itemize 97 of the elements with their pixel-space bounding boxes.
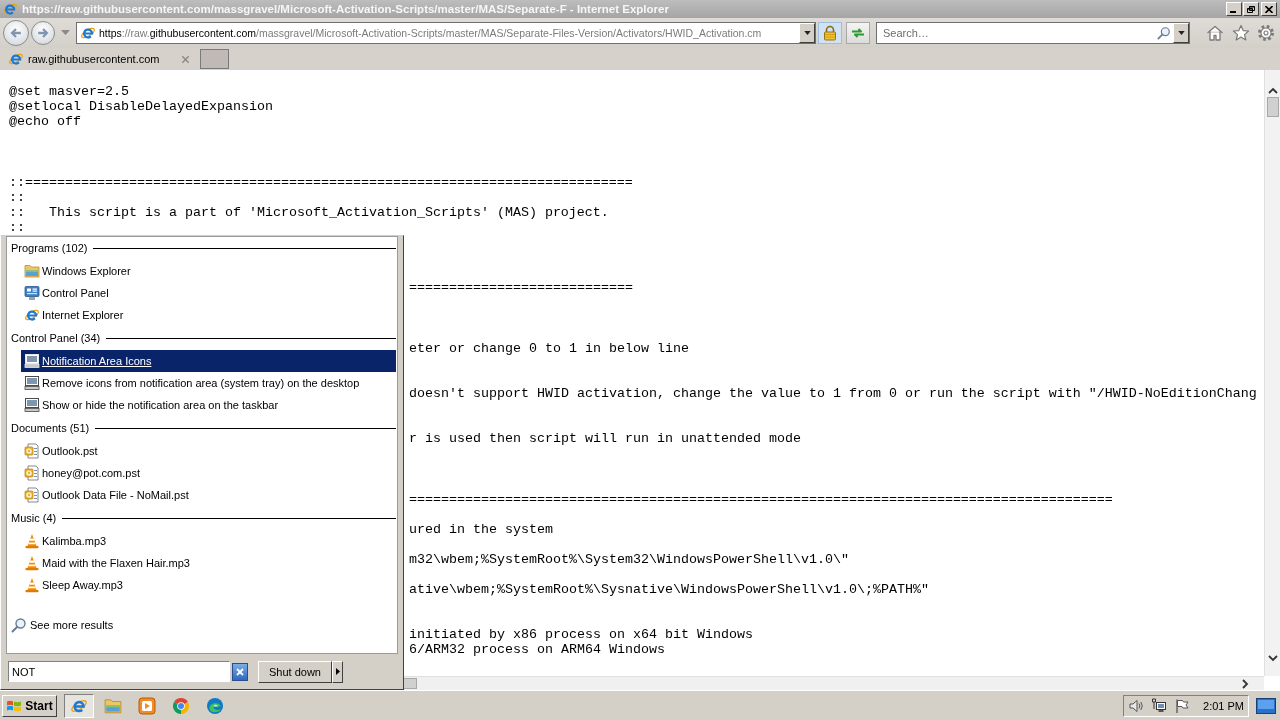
code-line: ::============================================================================ (9, 174, 633, 190)
result-item[interactable]: Control Panel (21, 282, 112, 304)
computer-icon (24, 375, 40, 391)
play-icon[interactable] (138, 696, 156, 715)
shut-down-button[interactable]: Shut down (258, 660, 332, 683)
right-chevron-icon[interactable] (1242, 678, 1249, 689)
settings-icon[interactable] (1257, 24, 1275, 42)
traffic-cone-icon (24, 555, 40, 571)
result-item[interactable]: Notification Area Icons (21, 350, 396, 372)
group-heading: Documents (51) (11, 422, 90, 434)
flag-icon[interactable] (1174, 697, 1190, 714)
taskbar-button[interactable] (64, 693, 94, 718)
code-line: m32\wbem;%SystemRoot%\System32\WindowsPowerShell\v1.0\" (409, 551, 849, 567)
caret-icon (1177, 31, 1185, 35)
down-chevron-icon[interactable] (1267, 655, 1278, 662)
back-button[interactable] (3, 20, 29, 46)
ring-logo-icon[interactable] (172, 696, 190, 715)
code-line: :: This script is a part of 'Microsoft_Activation_Scripts' (MAS) project. (9, 204, 609, 220)
result-item[interactable]: Windows Explorer (21, 260, 134, 282)
clear-button[interactable] (232, 662, 248, 681)
dropdown-button[interactable] (799, 23, 815, 43)
restore-button[interactable] (1243, 2, 1259, 16)
caret-icon (335, 668, 340, 675)
code-line: ============================ (409, 280, 633, 296)
code-line: 6/ARM32 process on ARM64 Windows (409, 642, 665, 658)
wave-logo-icon[interactable] (206, 696, 224, 715)
document-icon (24, 465, 40, 481)
code-line: initiated by x86 process on x64 bit Windows (409, 627, 753, 643)
result-item[interactable]: Show or hide the notification area on the taskbar (21, 394, 282, 416)
window-title: https://raw.githubusercontent.com/massgravel/Microsoft-Activation-Scripts/master/MAS/Separate-F - Internet Explorer (22, 3, 669, 15)
result-item[interactable]: honey@pot.com.pst (21, 462, 143, 484)
close-icon[interactable] (181, 54, 190, 64)
group-heading: Control Panel (34) (11, 332, 101, 344)
document-icon (24, 487, 40, 503)
code-line: ured in the system (409, 521, 553, 537)
home-icon[interactable] (1206, 24, 1224, 42)
search-field[interactable]: NOT (8, 661, 230, 682)
close-button[interactable] (1261, 2, 1277, 16)
e-logo-icon (2, 1, 18, 17)
code-line: eter or change 0 to 1 in below line (409, 340, 689, 356)
star-icon[interactable] (1232, 24, 1250, 42)
traffic-cone-icon (24, 533, 40, 549)
search-icon[interactable] (1157, 26, 1171, 40)
code-line: :: (9, 189, 25, 205)
dropdown-button[interactable] (1173, 23, 1189, 43)
computer-icon (24, 397, 40, 413)
start-button[interactable]: Start (2, 694, 57, 717)
result-item[interactable]: Outlook.pst (21, 440, 101, 462)
code-line: ative\wbem;%SystemRoot%\Sysnative\WindowsPowerShell\v1.0\;%PATH%" (409, 582, 929, 598)
security-button[interactable] (818, 22, 842, 44)
refresh-button[interactable] (846, 22, 870, 44)
code-line: :: (9, 219, 25, 235)
computer-icon (24, 353, 40, 369)
control-panel-icon (24, 285, 40, 301)
left-arrow-icon (9, 26, 23, 40)
shut-down-options-button[interactable] (332, 660, 343, 683)
e-logo-icon (80, 25, 96, 41)
see-more-link[interactable]: See more results (11, 614, 114, 636)
right-arrow-icon (36, 26, 50, 40)
result-item[interactable]: Remove icons from notification area (system tray) on the desktop (21, 372, 363, 394)
vertical-scrollbar[interactable] (1264, 70, 1280, 676)
folder-icon (24, 263, 40, 279)
restore-icon (1247, 5, 1255, 13)
code-line: @set masver=2.5 (9, 84, 129, 99)
close-icon (1265, 5, 1273, 13)
scroll-thumb[interactable] (1266, 97, 1279, 117)
code-line: ======================================================================================== (409, 491, 1113, 507)
caret-icon (803, 31, 811, 35)
minimize-button[interactable] (1226, 2, 1242, 16)
e-logo-icon (24, 307, 40, 323)
result-item[interactable]: Outlook Data File - NoMail.pst (21, 484, 192, 506)
result-item[interactable]: Sleep Away.mp3 (21, 574, 126, 596)
code-line: @setlocal DisableDelayedExpansion (9, 99, 273, 115)
result-item[interactable]: Internet Explorer (21, 304, 127, 326)
new-tab-button[interactable] (200, 49, 229, 69)
search-field[interactable]: Search… (876, 22, 1190, 44)
up-chevron-icon[interactable] (1267, 87, 1278, 94)
network-icon[interactable] (1151, 697, 1167, 714)
result-item[interactable]: Maid with the Flaxen Hair.mp3 (21, 552, 193, 574)
padlock-icon (822, 25, 838, 41)
search-icon (11, 617, 27, 633)
traffic-cone-icon (24, 577, 40, 593)
address-field[interactable]: https://raw.githubusercontent.com/massgravel/Microsoft-Activation-Scripts/master/MAS/Separate-Files-Version/Activators/HWID_Activation.cm (76, 22, 816, 44)
e-logo-icon (8, 51, 24, 67)
result-item[interactable]: Kalimba.mp3 (21, 530, 110, 552)
show-desktop-icon[interactable] (1256, 697, 1276, 714)
caret-icon[interactable] (61, 30, 70, 36)
code-line: @echo off (9, 114, 81, 130)
document-icon (24, 443, 40, 459)
clock: 2:01 PM (1203, 699, 1244, 712)
speaker-icon[interactable] (1128, 697, 1144, 714)
close-icon (236, 667, 244, 676)
forward-button[interactable] (31, 21, 55, 45)
code-line: doesn't support HWID activation, change the value to 1 from 0 or run the script with "/HWID-NoEditionChang (409, 385, 1257, 401)
group-heading: Music (4) (11, 512, 57, 524)
code-line: r is used then script will run in unattended mode (409, 431, 801, 447)
group-heading: Programs (102) (11, 242, 88, 254)
